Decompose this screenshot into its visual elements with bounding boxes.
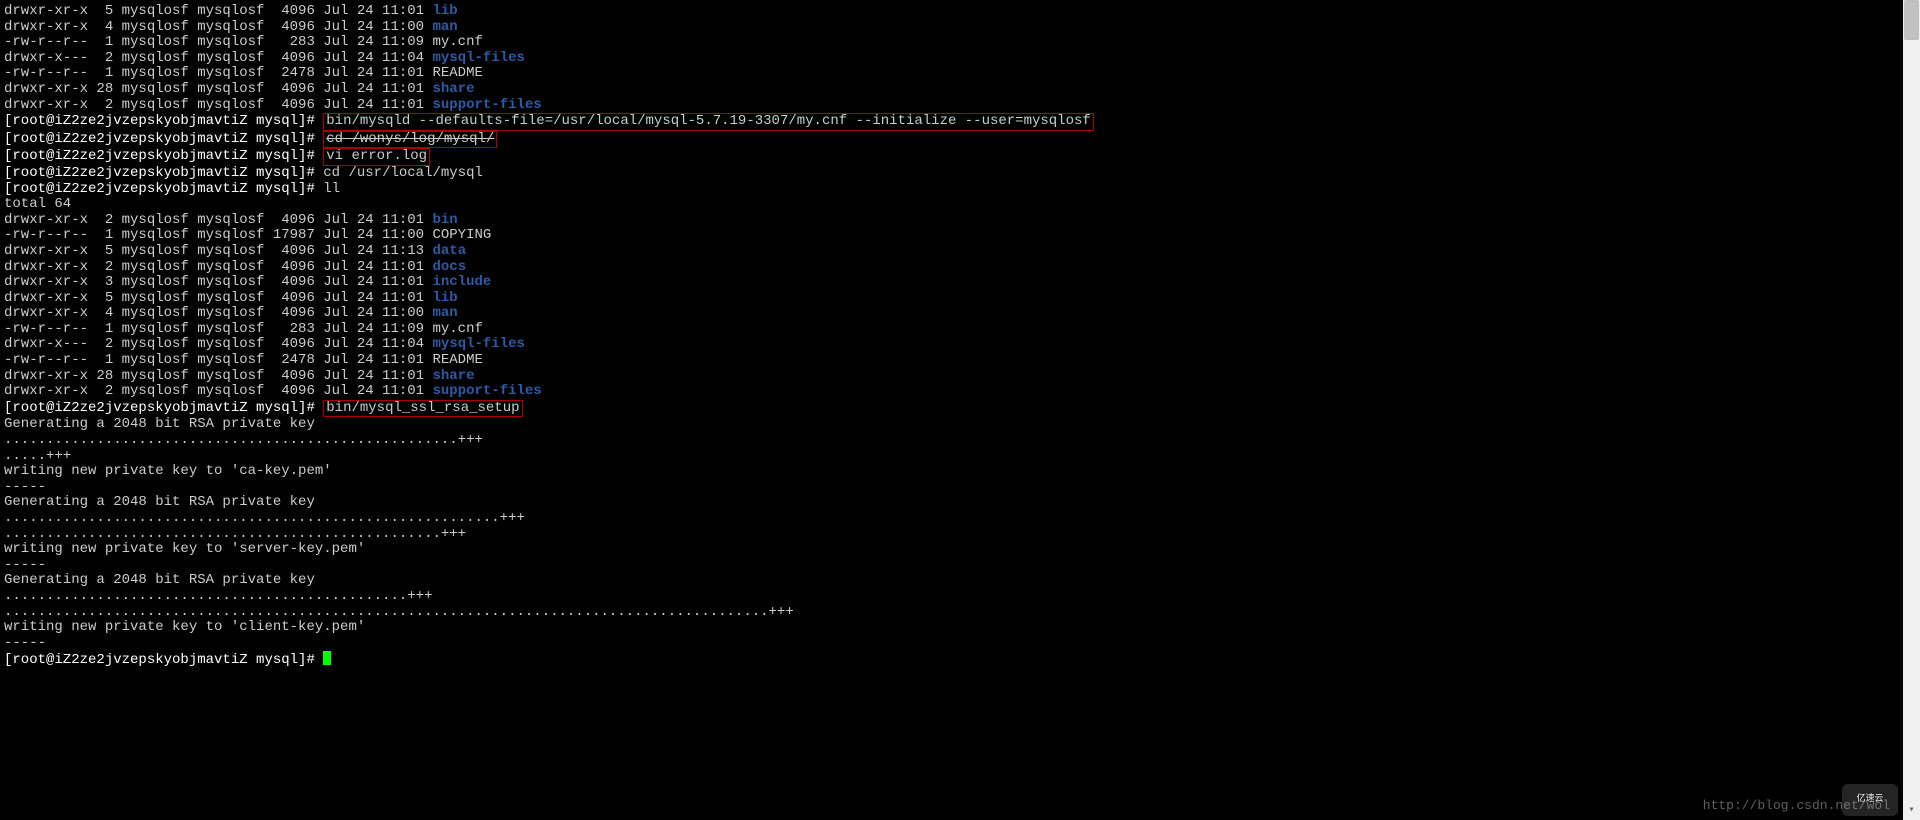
ls-row: drwxr-xr-x 2 mysqlosf mysqlosf 4096 Jul … xyxy=(4,98,1920,114)
highlighted-command: bin/mysqld --defaults-file=/usr/local/my… xyxy=(323,113,1094,131)
scroll-down-arrow[interactable]: ▾ xyxy=(1903,803,1920,820)
file-name: support-files xyxy=(432,97,541,113)
output-line: ----- xyxy=(4,480,1920,496)
file-name: include xyxy=(432,274,491,290)
ls-row: -rw-r--r-- 1 mysqlosf mysqlosf 17987 Jul… xyxy=(4,228,1920,244)
file-name: mysql-files xyxy=(432,336,524,352)
output-line: ........................................… xyxy=(4,433,1920,449)
ls-row: -rw-r--r-- 1 mysqlosf mysqlosf 283 Jul 2… xyxy=(4,322,1920,338)
file-name: data xyxy=(432,243,466,259)
highlighted-command: bin/mysql_ssl_rsa_setup xyxy=(323,400,522,418)
file-name: lib xyxy=(432,3,457,19)
ls-row: -rw-r--r-- 1 mysqlosf mysqlosf 2478 Jul … xyxy=(4,66,1920,82)
output-line: ........................................… xyxy=(4,605,1920,621)
ls-row: drwxr-xr-x 28 mysqlosf mysqlosf 4096 Jul… xyxy=(4,369,1920,385)
file-name: share xyxy=(432,81,474,97)
command-line: [root@iZ2ze2jvzepskyobjmavtiZ mysql]# ll xyxy=(4,182,1920,198)
output-line: ----- xyxy=(4,558,1920,574)
ls-row: drwxr-x--- 2 mysqlosf mysqlosf 4096 Jul … xyxy=(4,51,1920,67)
ls-row: drwxr-xr-x 4 mysqlosf mysqlosf 4096 Jul … xyxy=(4,306,1920,322)
command-line: [root@iZ2ze2jvzepskyobjmavtiZ mysql]# bi… xyxy=(4,400,1920,418)
ls-row: drwxr-xr-x 5 mysqlosf mysqlosf 4096 Jul … xyxy=(4,244,1920,260)
command-line: [root@iZ2ze2jvzepskyobjmavtiZ mysql]# bi… xyxy=(4,113,1920,131)
ls-row: drwxr-xr-x 28 mysqlosf mysqlosf 4096 Jul… xyxy=(4,82,1920,98)
ls-row: drwxr-xr-x 5 mysqlosf mysqlosf 4096 Jul … xyxy=(4,4,1920,20)
file-name: man xyxy=(432,19,457,35)
output-line: ........................................… xyxy=(4,527,1920,543)
command-line: [root@iZ2ze2jvzepskyobjmavtiZ mysql]# cd… xyxy=(4,166,1920,182)
file-name: lib xyxy=(432,290,457,306)
ls-total: total 64 xyxy=(4,197,1920,213)
watermark-logo: 亿速云 xyxy=(1842,784,1898,816)
file-name: bin xyxy=(432,212,457,228)
scrollbar-thumb[interactable] xyxy=(1904,0,1919,40)
file-name: share xyxy=(432,368,474,384)
output-line: Generating a 2048 bit RSA private key xyxy=(4,417,1920,433)
command-line[interactable]: [root@iZ2ze2jvzepskyobjmavtiZ mysql]# xyxy=(4,651,1920,669)
ls-row: drwxr-xr-x 2 mysqlosf mysqlosf 4096 Jul … xyxy=(4,213,1920,229)
vertical-scrollbar[interactable]: ▾ xyxy=(1903,0,1920,820)
file-name: mysql-files xyxy=(432,50,524,66)
ls-row: drwxr-xr-x 3 mysqlosf mysqlosf 4096 Jul … xyxy=(4,275,1920,291)
output-line: writing new private key to 'client-key.p… xyxy=(4,620,1920,636)
output-line: Generating a 2048 bit RSA private key xyxy=(4,495,1920,511)
file-name: docs xyxy=(432,259,466,275)
output-line: ----- xyxy=(4,636,1920,652)
terminal-output[interactable]: drwxr-xr-x 5 mysqlosf mysqlosf 4096 Jul … xyxy=(4,4,1920,669)
command-line: [root@iZ2ze2jvzepskyobjmavtiZ mysql]# vi… xyxy=(4,148,1920,166)
highlighted-command: vi error.log xyxy=(323,148,430,166)
file-name: man xyxy=(432,305,457,321)
cursor-icon xyxy=(323,651,331,665)
ls-row: drwxr-xr-x 2 mysqlosf mysqlosf 4096 Jul … xyxy=(4,260,1920,276)
output-line: writing new private key to 'server-key.p… xyxy=(4,542,1920,558)
ls-row: drwxr-xr-x 2 mysqlosf mysqlosf 4096 Jul … xyxy=(4,384,1920,400)
output-line: ........................................… xyxy=(4,511,1920,527)
output-line: ........................................… xyxy=(4,589,1920,605)
ls-row: -rw-r--r-- 1 mysqlosf mysqlosf 283 Jul 2… xyxy=(4,35,1920,51)
output-line: writing new private key to 'ca-key.pem' xyxy=(4,464,1920,480)
ls-row: drwxr-xr-x 5 mysqlosf mysqlosf 4096 Jul … xyxy=(4,291,1920,307)
command-line: [root@iZ2ze2jvzepskyobjmavtiZ mysql]# cd… xyxy=(4,131,1920,149)
file-name: support-files xyxy=(432,383,541,399)
ls-row: -rw-r--r-- 1 mysqlosf mysqlosf 2478 Jul … xyxy=(4,353,1920,369)
output-line: .....+++ xyxy=(4,449,1920,465)
ls-row: drwxr-x--- 2 mysqlosf mysqlosf 4096 Jul … xyxy=(4,337,1920,353)
output-line: Generating a 2048 bit RSA private key xyxy=(4,573,1920,589)
highlighted-command: cd /wonys/log/mysql/ xyxy=(323,131,497,149)
ls-row: drwxr-xr-x 4 mysqlosf mysqlosf 4096 Jul … xyxy=(4,20,1920,36)
